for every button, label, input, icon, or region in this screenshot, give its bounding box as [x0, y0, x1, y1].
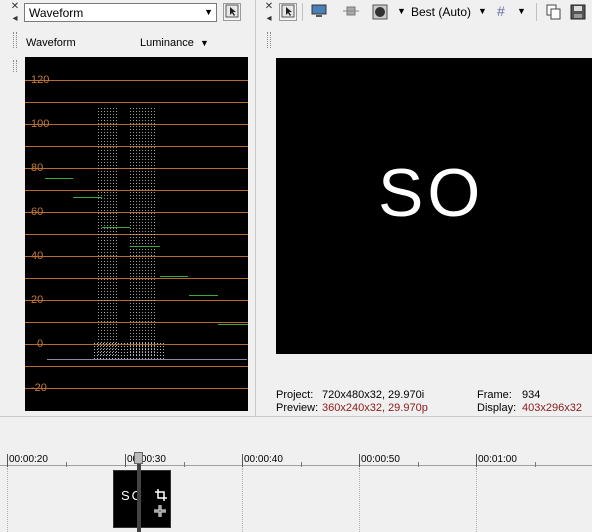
scope-label-0: 0 [37, 338, 44, 350]
split-screen-icon[interactable] [341, 3, 359, 21]
waveform-step [45, 178, 73, 179]
ruler-tick [242, 454, 243, 467]
display-label: Display: [477, 402, 517, 414]
grip-handle[interactable] [267, 32, 271, 48]
scope-label-60: 60 [31, 206, 44, 218]
waveform-step [218, 324, 248, 325]
chevron-left-icon[interactable]: ◂ [264, 14, 274, 24]
ruler-tick [476, 454, 477, 467]
waveform-trace [97, 107, 119, 357]
ruler-tick [7, 454, 8, 467]
ruler-label: 00:01:00 [478, 454, 517, 465]
chevron-down-icon[interactable]: ▼ [478, 6, 487, 16]
scope-label-80: 80 [31, 162, 44, 174]
frame-label: Frame: [477, 389, 512, 401]
scope-label-minus-20: -20 [31, 382, 47, 394]
grid-marker [476, 468, 477, 532]
ruler-label: 00:00:20 [9, 454, 48, 465]
waveform-step [102, 227, 130, 228]
chevron-down-icon: ▼ [204, 7, 213, 17]
graticule-line [25, 102, 248, 103]
ruler-label: 00:00:30 [127, 454, 166, 465]
toolbar-separator [302, 3, 303, 21]
waveform-baseline [47, 359, 247, 360]
waveform-trace [129, 107, 155, 357]
project-value: 720x480x32, 29.970i [322, 389, 425, 401]
grip-handle-2[interactable] [13, 60, 17, 72]
scope-label-40: 40 [31, 250, 44, 262]
project-label: Project: [276, 389, 314, 401]
grid-marker [359, 468, 360, 532]
waveform-step [189, 295, 218, 296]
close-icon[interactable]: ✕ [10, 2, 20, 12]
video-preview-frame: SO [276, 58, 592, 354]
scope-type-select[interactable]: Waveform ▼ [24, 3, 217, 22]
ruler-tick [359, 454, 360, 467]
playhead-cursor[interactable] [137, 452, 141, 532]
toolbar-separator [536, 3, 537, 21]
waveform-step [160, 276, 188, 277]
grip-handle[interactable] [13, 32, 17, 48]
preview-label: Preview: [276, 402, 319, 414]
close-icon[interactable]: ✕ [264, 2, 274, 12]
scope-label-20: 20 [31, 294, 44, 306]
preview-quality-dropdown[interactable]: Best (Auto) [411, 5, 471, 19]
pointer-icon[interactable] [279, 3, 297, 21]
frame-value: 934 [522, 389, 541, 401]
waveform-step [73, 197, 102, 198]
graticule-line [25, 388, 248, 389]
ruler-label: 00:00:40 [244, 454, 283, 465]
monitor-icon[interactable] [310, 3, 328, 21]
preview-value: 360x240x32, 29.970p [322, 402, 428, 414]
copy-snapshot-icon[interactable] [545, 3, 563, 21]
ruler-minor-tick [535, 462, 536, 467]
timeline-clip[interactable]: SO [113, 470, 171, 528]
grid-icon[interactable]: # [497, 3, 505, 19]
preview-frame-text: SO [378, 155, 485, 231]
luminance-mode-dropdown[interactable]: Luminance [140, 37, 194, 49]
ruler-tick [125, 454, 126, 467]
graticule-line [25, 366, 248, 367]
ruler-minor-tick [184, 462, 185, 467]
scope-label-120: 120 [31, 74, 50, 86]
chevron-down-icon[interactable]: ▼ [517, 6, 526, 16]
timeline-panel [0, 416, 592, 532]
scope-title: Waveform [26, 37, 76, 49]
overlay-icon[interactable] [371, 3, 389, 21]
waveform-display: 120 100 80 60 40 20 0 -20 [25, 57, 248, 411]
video-scopes-panel: ✕ ◂ Waveform ▼ Waveform Luminance ▼ 120 … [0, 0, 256, 416]
chevron-left-icon[interactable]: ◂ [10, 14, 20, 24]
grid-marker [242, 468, 243, 532]
pan-icon[interactable] [153, 504, 167, 521]
scope-type-value: Waveform [29, 6, 84, 20]
ruler-label: 00:00:50 [361, 454, 400, 465]
ruler-minor-tick [418, 462, 419, 467]
save-snapshot-icon[interactable] [569, 3, 587, 21]
playhead-handle[interactable] [134, 452, 143, 464]
ruler-minor-tick [301, 462, 302, 467]
waveform-trace-base [93, 342, 165, 360]
chevron-down-icon[interactable]: ▼ [200, 38, 209, 48]
scope-label-100: 100 [31, 118, 50, 130]
crop-icon[interactable] [155, 489, 167, 504]
chevron-down-icon[interactable]: ▼ [397, 6, 406, 16]
pointer-icon[interactable] [223, 3, 241, 21]
waveform-step [131, 246, 160, 247]
graticule-line [25, 80, 248, 81]
grid-marker [7, 468, 8, 532]
display-value: 403x296x32 [522, 402, 582, 414]
ruler-minor-tick [66, 462, 67, 467]
